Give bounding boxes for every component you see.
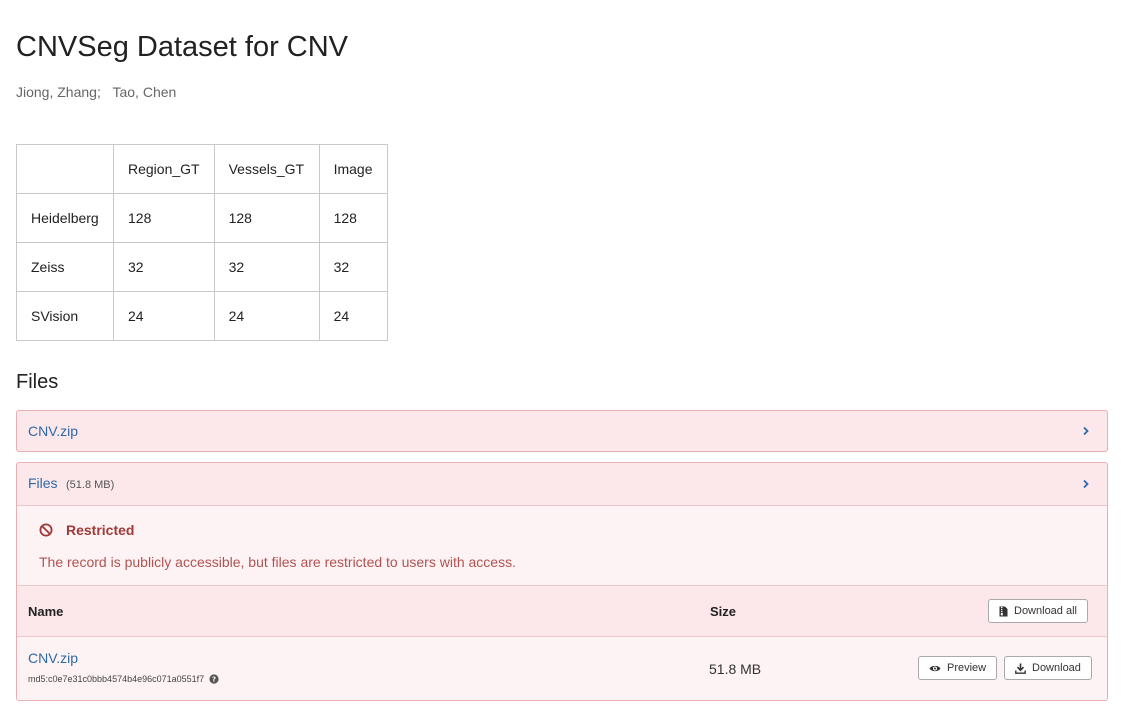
svg-text:?: ? xyxy=(212,676,216,684)
authors-list: Jiong, Zhang; Tao, Chen xyxy=(16,84,176,100)
chevron-right-icon[interactable] xyxy=(1081,479,1091,489)
files-heading: Files xyxy=(16,371,59,393)
table-header-cell xyxy=(16,144,114,194)
preview-panel-header[interactable]: CNV.zip xyxy=(17,411,1107,451)
table-cell: 24 xyxy=(318,291,388,341)
restricted-message: The record is publicly accessible, but f… xyxy=(39,554,516,570)
table-cell: Zeiss xyxy=(16,242,114,292)
column-header-name: Name xyxy=(28,604,64,619)
restricted-title: Restricted xyxy=(66,522,135,538)
table-cell: 24 xyxy=(113,291,215,341)
file-name-link[interactable]: CNV.zip xyxy=(28,650,78,666)
files-panel-header[interactable]: Files (51.8 MB) xyxy=(17,463,1107,505)
table-header-row: Region_GT Vessels_GT Image xyxy=(16,144,388,194)
ban-icon xyxy=(39,523,53,537)
table-row: Zeiss 32 32 32 xyxy=(16,242,388,292)
table-header-cell: Vessels_GT xyxy=(213,144,320,194)
table-cell: 128 xyxy=(213,193,320,243)
download-icon xyxy=(1015,663,1026,674)
files-panel: Files (51.8 MB) Restricted The record is… xyxy=(16,462,1108,701)
table-cell: 32 xyxy=(213,242,320,292)
table-row: CNV.zip md5:c0e7e31c0bbb4574b4e96c071a05… xyxy=(17,636,1107,700)
author-name[interactable]: Jiong, Zhang; xyxy=(16,84,101,100)
download-label: Download xyxy=(1032,662,1081,674)
file-size: 51.8 MB xyxy=(709,661,762,677)
table-cell: Heidelberg xyxy=(16,193,114,243)
preview-button[interactable]: Preview xyxy=(918,656,998,680)
table-row: SVision 24 24 24 xyxy=(16,291,388,341)
author-name[interactable]: Tao, Chen xyxy=(112,84,176,100)
question-circle-icon[interactable]: ? xyxy=(209,674,219,684)
download-all-label: Download all xyxy=(1014,605,1077,617)
files-panel-label[interactable]: Files xyxy=(28,475,58,491)
table-cell: 32 xyxy=(113,242,215,292)
files-table-header: Name Size Download all xyxy=(17,585,1107,636)
preview-label: Preview xyxy=(947,662,987,674)
table-header-cell: Region_GT xyxy=(113,144,215,194)
table-cell: 32 xyxy=(318,242,388,292)
file-checksum-row: md5:c0e7e31c0bbb4574b4e96c071a0551f7 ? xyxy=(28,674,219,684)
column-header-size: Size xyxy=(710,604,737,619)
dataset-stats-table: Region_GT Vessels_GT Image Heidelberg 12… xyxy=(16,144,388,341)
table-cell: 128 xyxy=(318,193,388,243)
download-button[interactable]: Download xyxy=(1004,656,1092,680)
table-row: Heidelberg 128 128 128 xyxy=(16,193,388,243)
restricted-notice: Restricted The record is publicly access… xyxy=(17,505,1107,585)
table-header-cell: Image xyxy=(318,144,388,194)
file-archive-icon xyxy=(999,606,1008,616)
table-cell: 24 xyxy=(213,291,320,341)
preview-file-link[interactable]: CNV.zip xyxy=(28,423,78,439)
record-title: CNVSeg Dataset for CNV xyxy=(16,31,349,63)
chevron-right-icon[interactable] xyxy=(1081,426,1091,436)
restricted-title-row: Restricted xyxy=(39,522,1085,538)
download-all-button[interactable]: Download all xyxy=(988,599,1088,623)
file-checksum: md5:c0e7e31c0bbb4574b4e96c071a0551f7 xyxy=(28,674,205,684)
table-cell: 128 xyxy=(113,193,215,243)
eye-icon xyxy=(929,665,941,671)
files-panel-title[interactable]: Files (51.8 MB) xyxy=(28,475,114,493)
preview-panel: CNV.zip xyxy=(16,410,1108,452)
files-total-size: (51.8 MB) xyxy=(66,479,115,491)
table-cell: SVision xyxy=(16,291,114,341)
